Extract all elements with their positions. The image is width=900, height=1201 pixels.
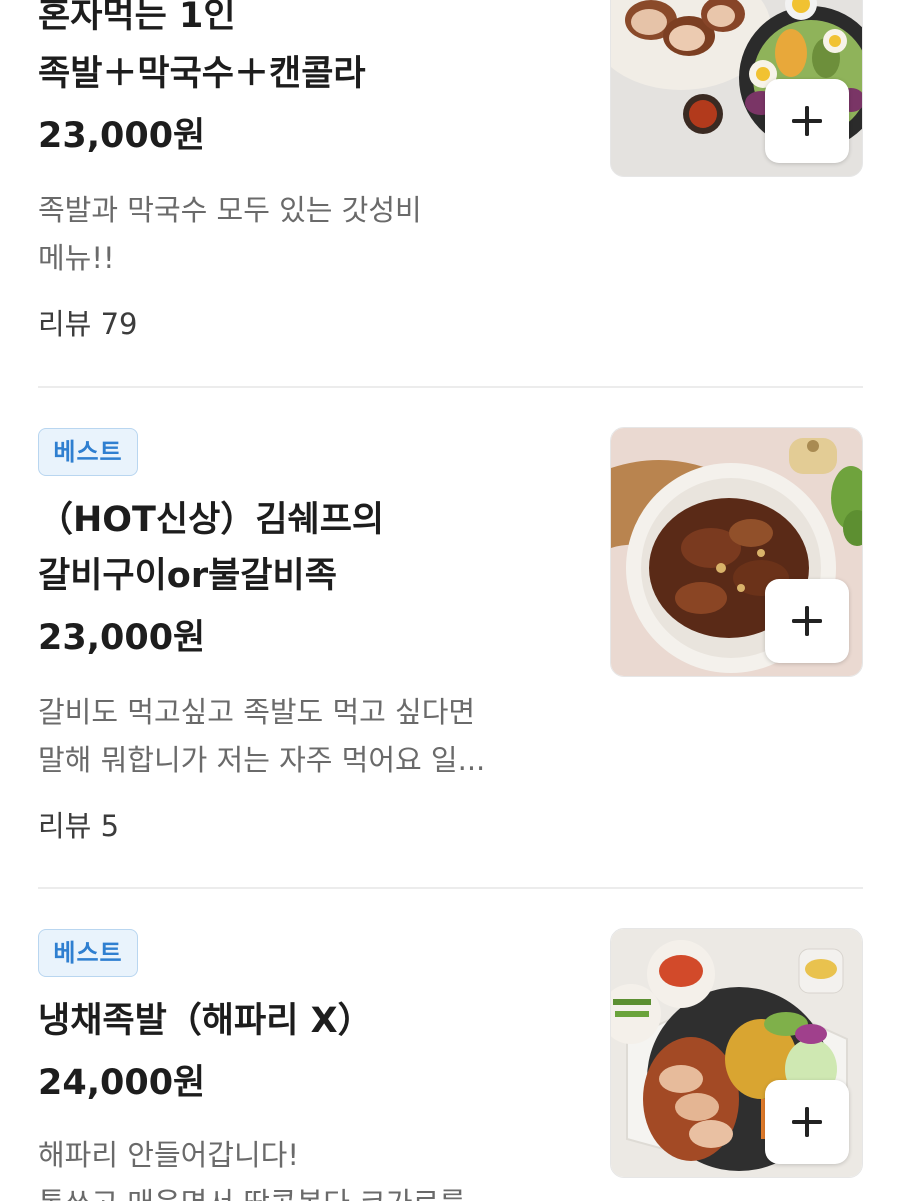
menu-item-price: 23,000원 xyxy=(38,618,206,658)
menu-item-name-line-1: （HOT신상）김쉐프의 xyxy=(38,500,385,540)
add-to-cart-button[interactable] xyxy=(765,79,849,163)
plus-icon xyxy=(792,606,822,636)
menu-item-review-count[interactable]: 리뷰 5 xyxy=(38,806,119,846)
menu-item-name-line-1: 냉채족발（해파리 X） xyxy=(38,1001,373,1041)
best-badge: 베스트 xyxy=(38,428,138,476)
menu-item-name-line-1: 혼자먹는 1인 xyxy=(38,0,236,36)
menu-item-description-line-2: 메뉴!! xyxy=(38,241,115,275)
menu-item-photo[interactable] xyxy=(610,427,863,677)
menu-item-description-line-1: 족발과 막국수 모두 있는 갓성비 xyxy=(38,193,422,227)
menu-item-review-count[interactable]: 리뷰 79 xyxy=(38,304,137,344)
plus-icon xyxy=(792,1107,822,1137)
menu-item-naengchae-jokbal[interactable]: 베스트 냉채족발（해파리 X） 24,000원 해파리 안들어갑니다! 톡쏘고 … xyxy=(0,889,900,1201)
menu-item-galbi-jokbal[interactable]: 베스트 （HOT신상）김쉐프의 갈비구이or불갈비족 23,000원 갈비도 먹… xyxy=(0,388,900,888)
plus-icon xyxy=(792,106,822,136)
best-badge: 베스트 xyxy=(38,929,138,977)
menu-item-description-line-2: 말해 뭐합니가 저는 자주 먹어요 일... xyxy=(38,743,486,777)
menu-item-jokbal-makguksu[interactable]: 혼자먹는 1인 족발＋막국수＋캔콜라 23,000원 족발과 막국수 모두 있는… xyxy=(0,0,900,387)
menu-item-photo[interactable] xyxy=(610,0,863,177)
menu-item-price: 24,000원 xyxy=(38,1063,206,1103)
add-to-cart-button[interactable] xyxy=(765,1080,849,1164)
menu-item-description-line-1: 갈비도 먹고싶고 족발도 먹고 싶다면 xyxy=(38,695,476,729)
menu-item-description-line-1: 해파리 안들어갑니다! xyxy=(38,1138,299,1172)
menu-list: 혼자먹는 1인 족발＋막국수＋캔콜라 23,000원 족발과 막국수 모두 있는… xyxy=(0,0,900,1201)
add-to-cart-button[interactable] xyxy=(765,579,849,663)
menu-item-name-line-2: 족발＋막국수＋캔콜라 xyxy=(38,54,366,94)
menu-item-name-line-2: 갈비구이or불갈비족 xyxy=(38,556,337,596)
menu-item-description-line-2: 톡쏘고 매운면서 딱콩볶다 코가르를 xyxy=(38,1183,466,1201)
menu-item-price: 23,000원 xyxy=(38,116,206,156)
menu-item-photo[interactable] xyxy=(610,928,863,1178)
